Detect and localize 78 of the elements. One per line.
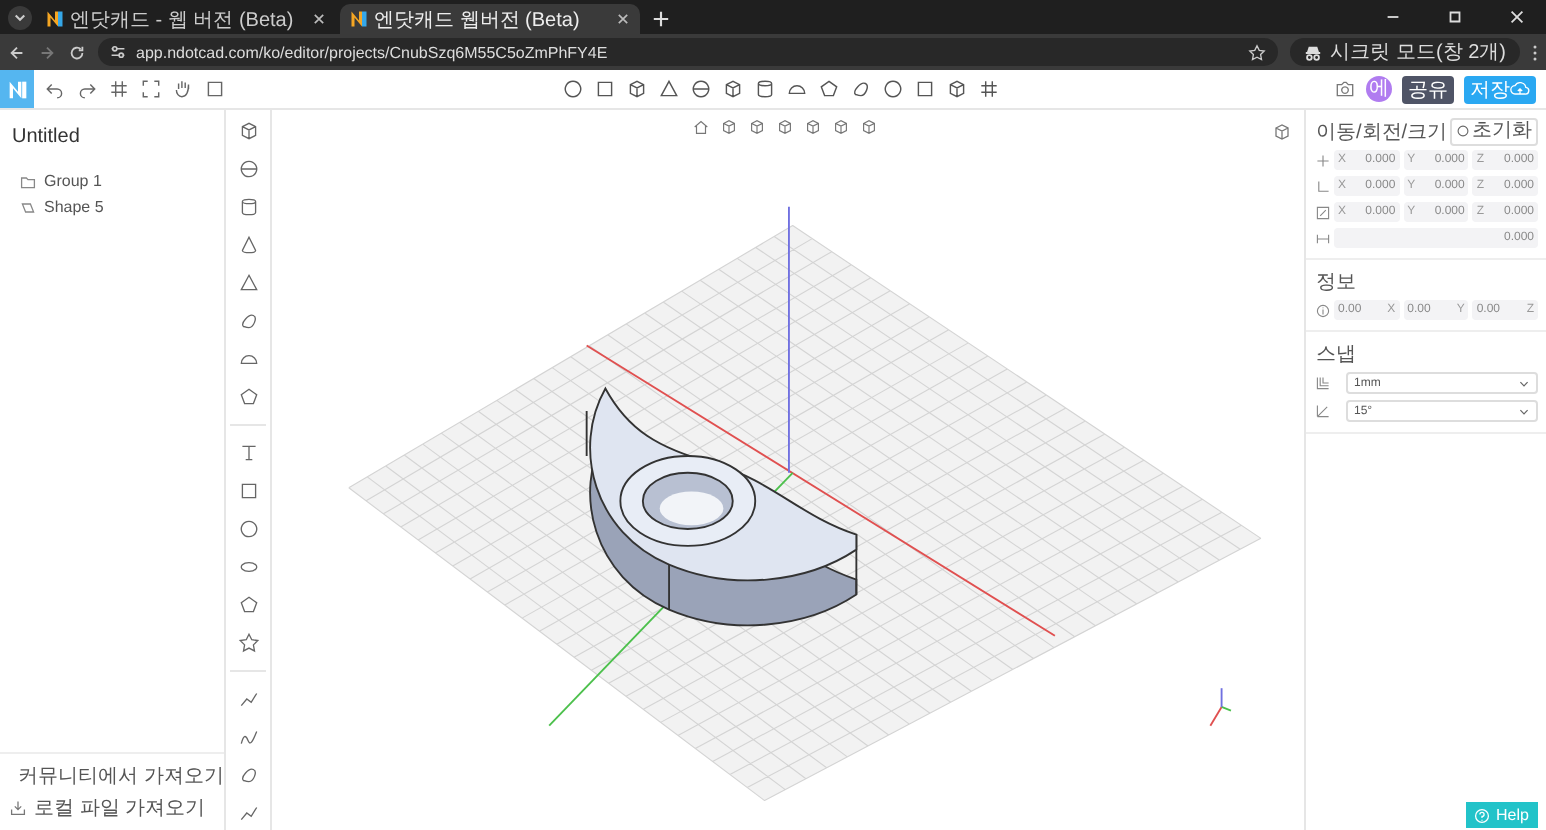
polyline-tool-icon[interactable] [237, 688, 259, 710]
tab-search-button[interactable] [8, 6, 32, 30]
cone-tool-icon[interactable] [237, 234, 259, 256]
cube-view-icon[interactable] [832, 118, 850, 136]
bookmark-star-icon[interactable] [1248, 43, 1267, 61]
folder-icon [20, 173, 36, 189]
share-button[interactable]: 공유 [1402, 75, 1454, 103]
section-title: 스냅 [1316, 341, 1356, 367]
new-tab-icon[interactable] [652, 10, 670, 28]
undo-icon[interactable] [44, 78, 66, 100]
incognito-profile-button[interactable]: 시크릿 모드(창 2개) [1290, 38, 1520, 66]
browser-tab[interactable]: 엔닷캐드 - 웹 버전 (Beta) [36, 4, 336, 34]
cube-view-icon[interactable] [804, 118, 822, 136]
project-title: Untitled [10, 124, 82, 152]
square-tool-icon[interactable] [237, 480, 259, 502]
reload-icon[interactable] [68, 43, 86, 61]
grid-snap-icon [1316, 376, 1330, 390]
app-logo-icon [46, 10, 64, 28]
incognito-icon [1304, 43, 1323, 61]
help-icon [1474, 807, 1490, 823]
axis-gizmo-icon [1209, 687, 1232, 727]
download-icon [10, 800, 26, 816]
reset-button[interactable]: 초기화 [1450, 117, 1538, 145]
chevron-down-icon [1518, 405, 1530, 417]
scene-tree-item[interactable]: Group 1 [0, 168, 224, 194]
circle-tool-icon[interactable] [237, 518, 259, 540]
redo-icon[interactable] [76, 78, 98, 100]
rotate-icon [1316, 179, 1330, 193]
user-avatar[interactable]: 에 [1366, 76, 1392, 102]
cube-view-icon[interactable] [720, 118, 738, 136]
grid-icon[interactable] [108, 78, 130, 100]
maximize-icon[interactable] [1446, 8, 1464, 26]
home-icon[interactable] [692, 118, 710, 136]
cylinder-icon[interactable] [753, 78, 775, 100]
cube-icon[interactable] [625, 78, 647, 100]
app-logo-icon [7, 79, 27, 99]
curve-tool-icon[interactable] [237, 726, 259, 748]
cube-view-icon[interactable] [776, 118, 794, 136]
close-icon[interactable] [312, 12, 326, 26]
view-cube-icon[interactable] [1272, 122, 1292, 142]
box-tool-icon[interactable] [237, 120, 259, 142]
browser-menu-icon[interactable] [1532, 43, 1538, 61]
angle-snap-icon [1316, 404, 1330, 418]
ellipse-tool-icon[interactable] [237, 556, 259, 578]
close-icon[interactable] [616, 12, 630, 26]
help-button[interactable]: Help [1466, 802, 1538, 828]
fit-view-icon[interactable] [140, 78, 162, 100]
polyhedron-tool-icon[interactable] [237, 386, 259, 408]
info-icon [1316, 303, 1330, 317]
sphere-tool-icon[interactable] [237, 158, 259, 180]
move-icon [1316, 153, 1330, 167]
cube-view-icon[interactable] [860, 118, 878, 136]
app-logo-icon [350, 10, 368, 28]
site-settings-icon[interactable] [110, 44, 126, 60]
section-title: 정보 [1316, 269, 1356, 295]
forward-icon[interactable] [38, 43, 56, 61]
cylinder-tool-icon[interactable] [237, 196, 259, 218]
back-icon[interactable] [8, 43, 26, 61]
pentagon-tool-icon[interactable] [237, 594, 259, 616]
save-button[interactable]: 저장 [1464, 75, 1536, 103]
pyramid-tool-icon[interactable] [237, 272, 259, 294]
camera-icon[interactable] [1334, 78, 1356, 100]
cloud-upload-icon [1510, 80, 1530, 98]
text-tool-icon[interactable] [237, 442, 259, 464]
browser-tab[interactable]: 엔닷캐드 웹버전 (Beta) [340, 4, 640, 34]
scale-icon [1316, 205, 1330, 219]
chevron-down-icon [1518, 377, 1530, 389]
cube-view-icon[interactable] [748, 118, 766, 136]
star-tool-icon[interactable] [237, 632, 259, 654]
size-icon [1316, 231, 1330, 245]
scene-tree-item[interactable]: Shape 5 [0, 194, 224, 220]
import-link[interactable]: 로컬 파일 가져오기 [10, 792, 214, 824]
shape-icon [20, 199, 36, 215]
close-icon[interactable] [1508, 8, 1526, 26]
hand-icon[interactable] [172, 78, 194, 100]
section-title: 이동/회전/크기 [1316, 119, 1448, 145]
cube-icon[interactable] [721, 78, 743, 100]
address-field[interactable]: app.ndotcad.com/ko/editor/projects/CnubSzq6M55C5oZmPhFY4E [98, 38, 1279, 66]
